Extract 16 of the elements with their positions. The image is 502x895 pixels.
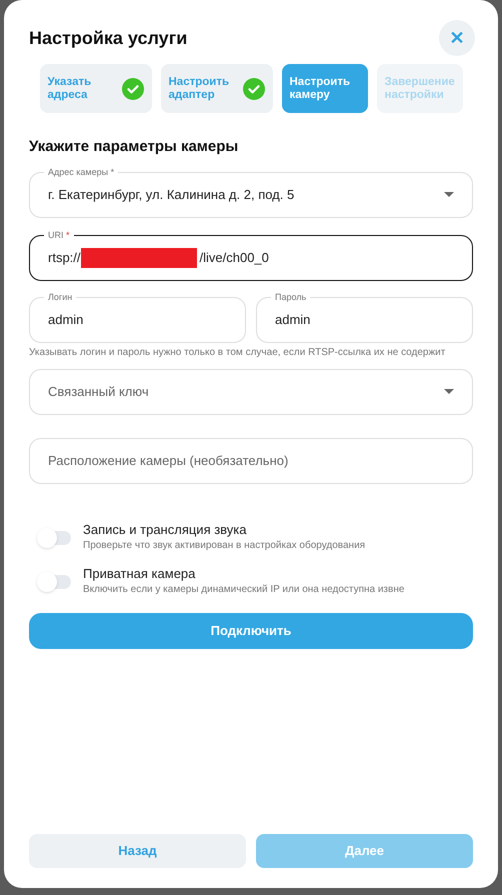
toggle-title: Запись и трансляция звука [83, 520, 248, 538]
back-button[interactable]: Назад [29, 834, 246, 868]
connect-button[interactable]: Подключить [29, 612, 473, 648]
credentials-hint: Указывать логин и пароль нужно только в том случае, если RTSP-ссылка их не содержит [29, 346, 446, 358]
step-tab[interactable]: Указать адреса [40, 64, 152, 113]
step-tab[interactable]: Настроить камеру [282, 64, 368, 113]
toggle-hint: Включить если у камеры динамический IP или она недоступна извне [83, 582, 404, 596]
section-title: Укажите параметры камеры [29, 137, 240, 157]
dialog-title: Настройка услуги [29, 26, 188, 50]
toggle-hint: Проверьте что звук активирован в настройках оборудования [83, 538, 366, 552]
step-tab[interactable]: Завершение настройки [376, 64, 462, 113]
key-select[interactable]: Связанный ключ [29, 368, 473, 414]
toggle-title: Приватная камера [83, 564, 196, 582]
close-button[interactable]: ✕ [439, 20, 475, 56]
location-field[interactable]: Расположение камеры (необязательно) [29, 438, 473, 484]
step-tab[interactable]: Настроить адаптер [160, 64, 272, 113]
